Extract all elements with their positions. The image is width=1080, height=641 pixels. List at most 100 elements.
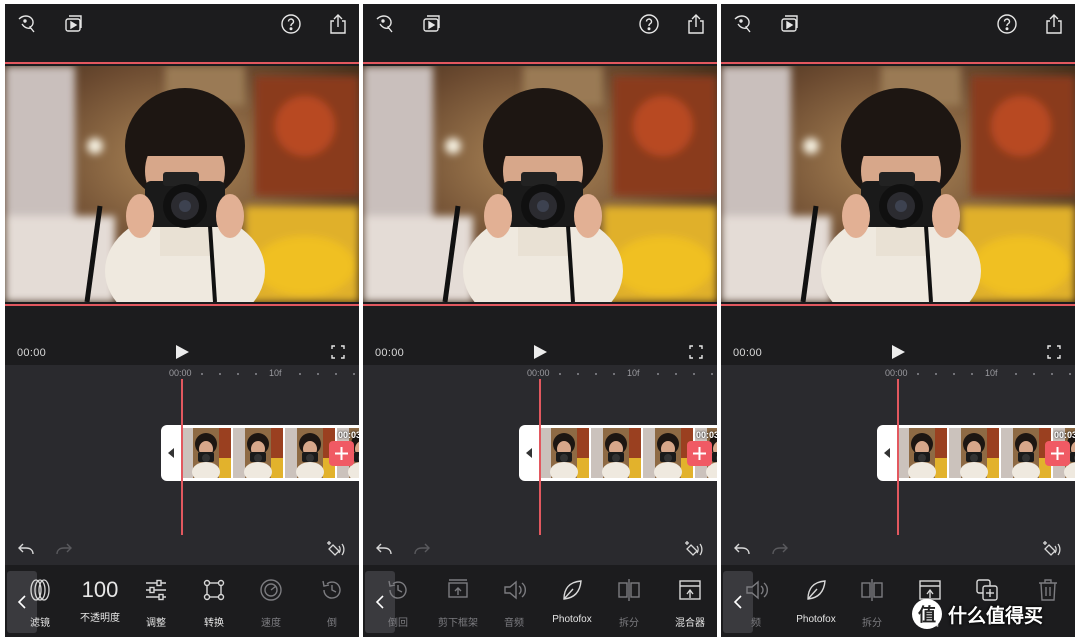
tool-split[interactable]: 拆分: [844, 577, 900, 629]
tool-audio[interactable]: 频: [728, 577, 784, 629]
playhead[interactable]: [181, 379, 183, 535]
tool-label: 倒: [327, 618, 337, 629]
auto-edit-button[interactable]: [325, 540, 347, 558]
play-button[interactable]: [174, 344, 190, 360]
tool-audio[interactable]: 音频: [486, 577, 542, 629]
tool-reverse[interactable]: 倒回: [370, 577, 426, 629]
auto-edit-button[interactable]: [683, 540, 705, 558]
app-logo-icon[interactable]: [731, 12, 755, 36]
app-logo-icon[interactable]: [15, 12, 39, 36]
auto-edit-button[interactable]: [1041, 540, 1063, 558]
ruler-tick: [317, 373, 319, 375]
add-clip-button[interactable]: [1045, 441, 1070, 466]
video-preview[interactable]: [721, 66, 1075, 302]
tool-reverse[interactable]: 倒: [304, 577, 359, 629]
redo-icon: [56, 543, 72, 555]
app-logo-icon[interactable]: [373, 12, 397, 36]
fullscreen-icon: [689, 345, 703, 359]
tool-opacity[interactable]: 100 不透明度: [72, 577, 128, 629]
ruler-mark-label: 10f: [985, 368, 998, 378]
redo-button[interactable]: [771, 542, 789, 558]
split-icon: [859, 577, 885, 608]
tool-mixer[interactable]: 混合器: [662, 577, 717, 629]
help-icon[interactable]: [279, 12, 303, 36]
share-icon[interactable]: [684, 12, 708, 36]
preview-border-top: [363, 62, 717, 64]
undo-button[interactable]: [733, 542, 751, 558]
undo-button[interactable]: [17, 542, 35, 558]
clip-thumbnail: [591, 428, 641, 478]
preview-border-bottom: [721, 304, 1075, 306]
tool-photofox[interactable]: Photofox: [788, 577, 844, 629]
undo-button[interactable]: [375, 542, 393, 558]
tool-crop-frame[interactable]: 剪下框架: [430, 577, 486, 629]
tool-photofox[interactable]: Photofox: [544, 577, 600, 629]
clip-trim-handle[interactable]: [877, 425, 897, 481]
help-icon[interactable]: [637, 12, 661, 36]
tool-adjust[interactable]: 调整: [128, 577, 184, 629]
clip-trim-handle[interactable]: [161, 425, 181, 481]
ruler-tick: [1051, 373, 1053, 375]
playback-bar: 00:00: [5, 310, 359, 366]
fullscreen-button[interactable]: [1047, 345, 1061, 359]
ruler-tick: [335, 373, 337, 375]
ruler-tick: [1069, 373, 1071, 375]
fullscreen-button[interactable]: [689, 345, 703, 359]
add-clip-button[interactable]: [329, 441, 354, 466]
ruler-tick: [299, 373, 301, 375]
magic-wand-icon: [327, 541, 345, 556]
clip-thumbnail: [897, 428, 947, 478]
ruler-tick: [613, 373, 615, 375]
tool-split[interactable]: 拆分: [601, 577, 657, 629]
play-button[interactable]: [890, 344, 906, 360]
fullscreen-button[interactable]: [331, 345, 345, 359]
ruler-mark-label: 10f: [627, 368, 640, 378]
share-icon[interactable]: [326, 12, 350, 36]
clip-thumbnail: [285, 428, 335, 478]
timeline[interactable]: 00:00 10f 00:03: [721, 365, 1075, 565]
help-icon[interactable]: [995, 12, 1019, 36]
ruler-mark-label: 10f: [269, 368, 282, 378]
clip-duration: 00:03: [1053, 430, 1075, 440]
play-button[interactable]: [532, 344, 548, 360]
projects-icon[interactable]: [61, 12, 85, 36]
speed-icon: [258, 577, 284, 608]
tool-label: 速度: [261, 618, 281, 629]
editor-screen-2: 00:00 00:00 10f 00:03 倒回 剪下框架 音频 Photofo…: [363, 4, 717, 637]
ruler-tick: [953, 373, 955, 375]
add-clip-button[interactable]: [687, 441, 712, 466]
watermark-badge: 值: [912, 599, 942, 629]
video-preview[interactable]: [363, 66, 717, 302]
playhead[interactable]: [897, 379, 899, 535]
top-bar: [721, 4, 1075, 62]
timeline[interactable]: 00:00 10f 00:03: [363, 365, 717, 565]
playback-bar: 00:00: [721, 310, 1075, 366]
tool-label: 音频: [504, 618, 524, 629]
redo-icon: [772, 543, 788, 555]
editor-screen-3: 00:00 00:00 10f 00:03 频 Photofox 拆分: [721, 4, 1075, 637]
chevron-left-icon: [526, 448, 532, 458]
timeline[interactable]: 00:00 10f 00:03: [5, 365, 359, 565]
crop-frame-icon: [445, 577, 471, 608]
redo-button[interactable]: [55, 542, 73, 558]
current-time: 00:00: [733, 347, 763, 359]
tool-filter[interactable]: 滤镜: [12, 577, 68, 629]
clip-duration: 00:03: [695, 430, 717, 440]
tool-label: Photofox: [796, 614, 836, 625]
clip-trim-handle[interactable]: [519, 425, 539, 481]
chevron-left-icon: [884, 448, 890, 458]
video-preview[interactable]: [5, 66, 359, 302]
projects-icon[interactable]: [419, 12, 443, 36]
photofox-icon: [559, 577, 585, 608]
clip-thumbnail: [949, 428, 999, 478]
projects-icon[interactable]: [777, 12, 801, 36]
playhead[interactable]: [539, 379, 541, 535]
tool-speed[interactable]: 速度: [243, 577, 299, 629]
playback-bar: 00:00: [363, 310, 717, 366]
ruler-tick: [201, 373, 203, 375]
tool-label: 滤镜: [30, 618, 50, 629]
preview-border-bottom: [5, 304, 359, 306]
share-icon[interactable]: [1042, 12, 1066, 36]
tool-transform[interactable]: 转换: [186, 577, 242, 629]
redo-button[interactable]: [413, 542, 431, 558]
